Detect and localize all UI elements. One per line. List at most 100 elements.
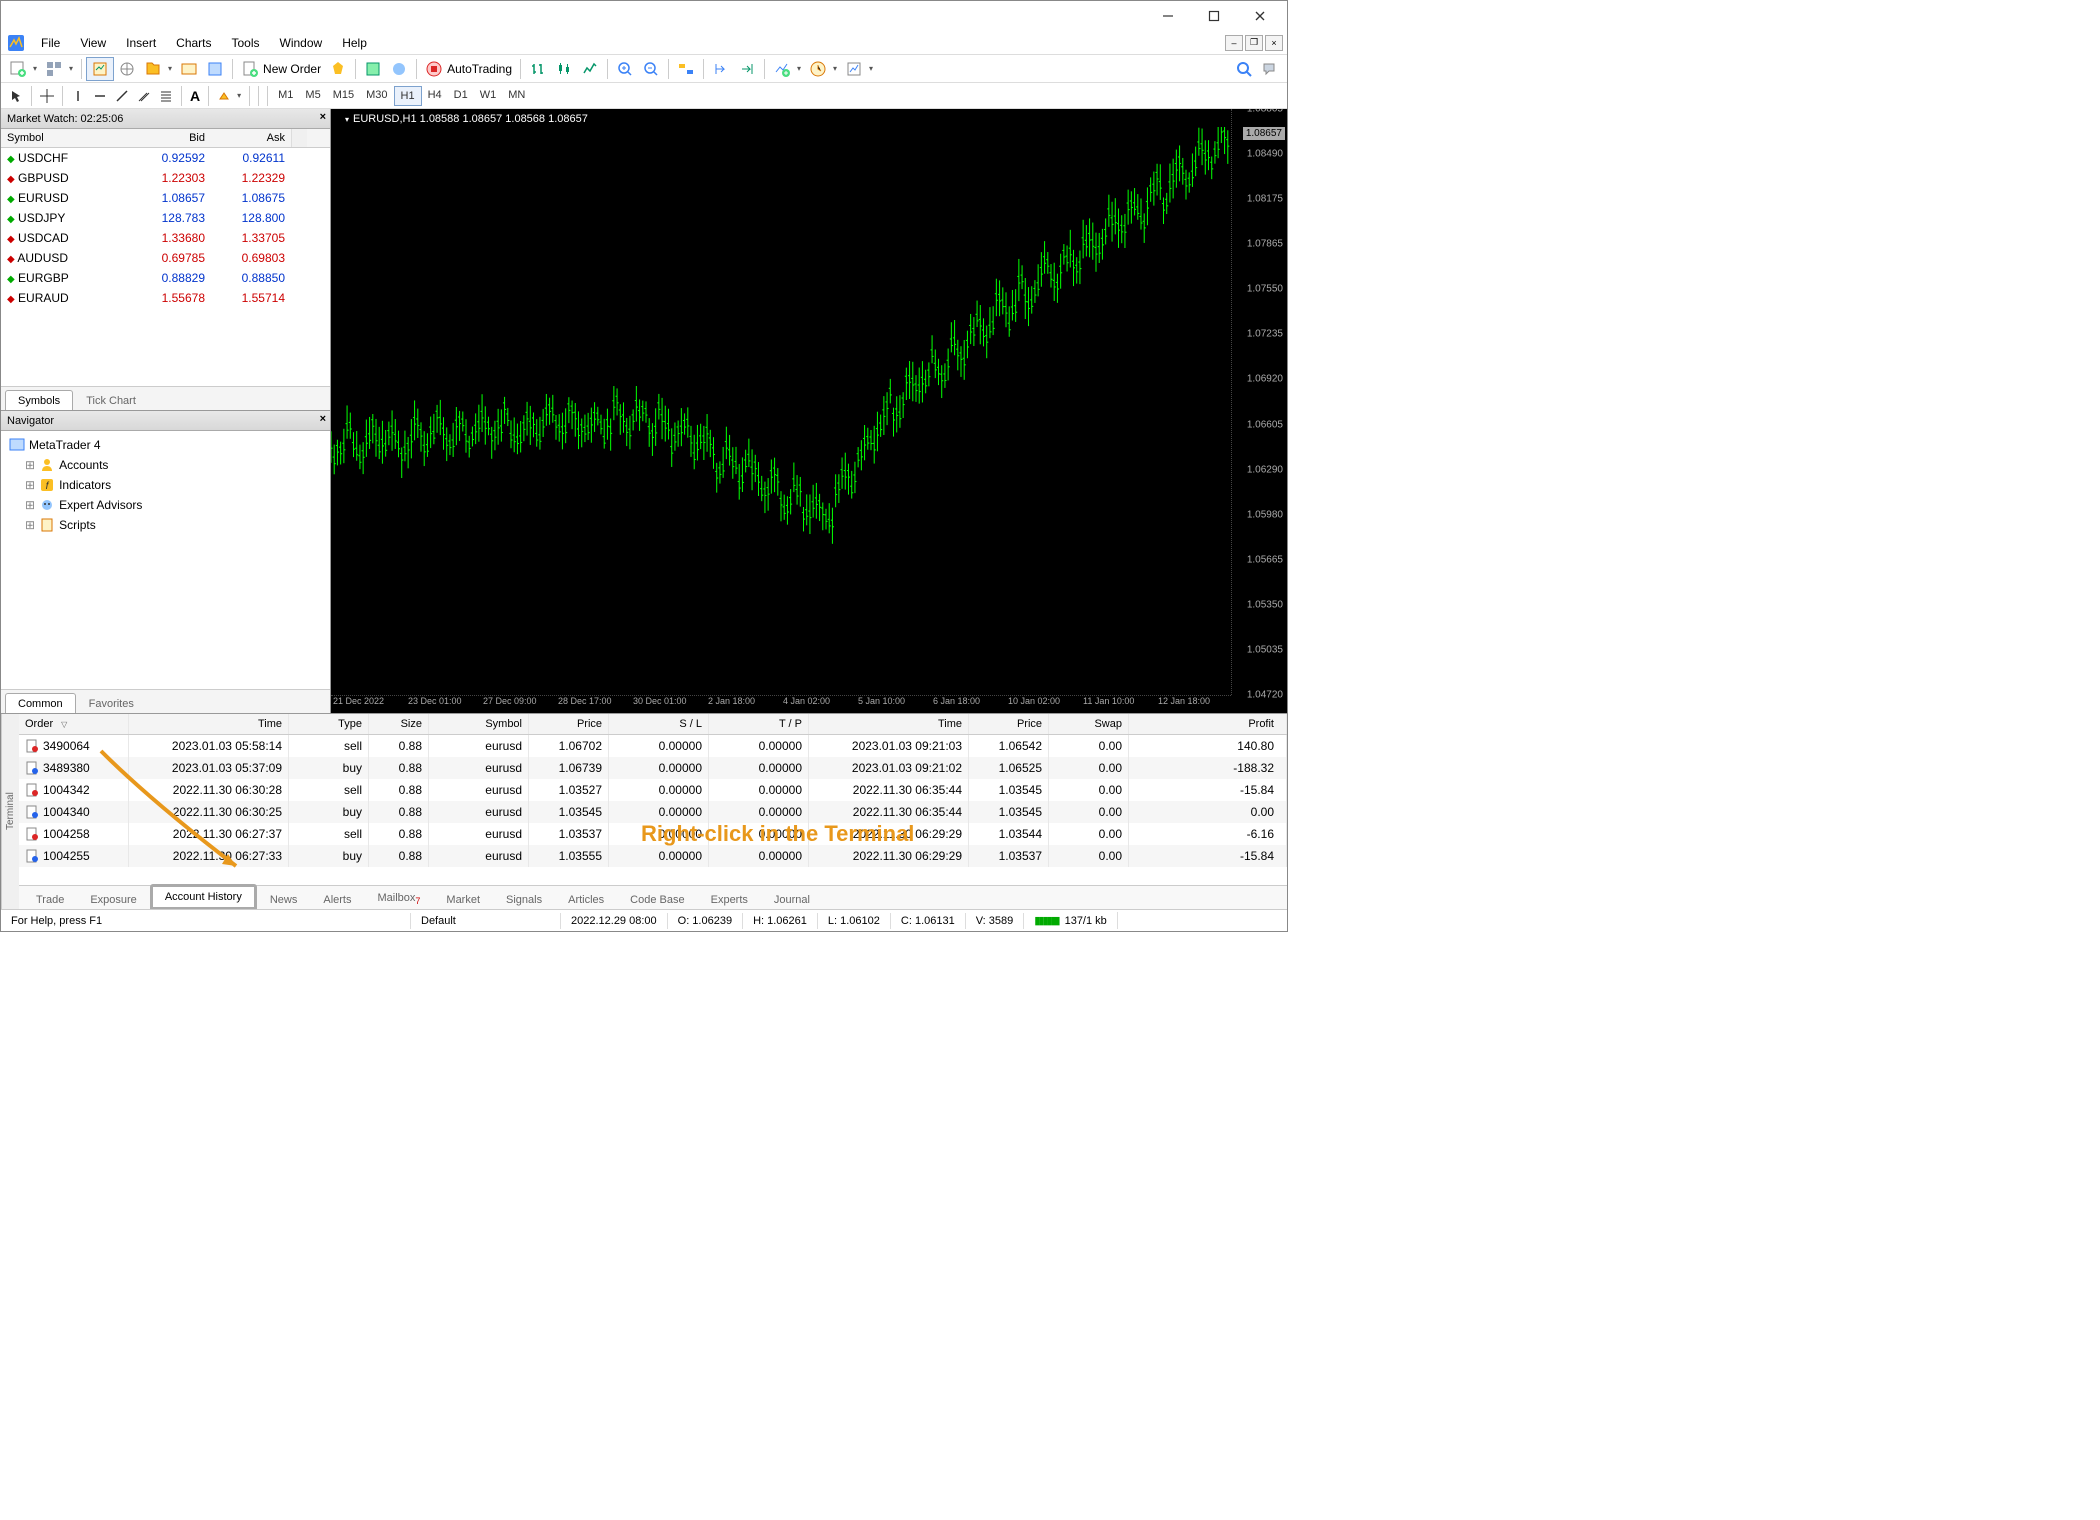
profiles-button[interactable]: ▾ — [41, 57, 77, 81]
menu-view[interactable]: View — [70, 32, 116, 54]
candlestick-button[interactable] — [551, 57, 577, 81]
tree-root[interactable]: MetaTrader 4 — [5, 435, 326, 455]
chart-shift-button[interactable] — [708, 57, 734, 81]
chart-canvas[interactable] — [331, 127, 1231, 695]
th-order[interactable]: Order▽ — [19, 714, 129, 734]
navigator-header[interactable]: Navigator × — [1, 411, 330, 431]
order-row[interactable]: 10042582022.11.30 06:27:37sell0.88eurusd… — [19, 823, 1287, 845]
mw-col-symbol[interactable]: Symbol — [1, 129, 131, 147]
mdi-close[interactable]: × — [1265, 35, 1283, 51]
navigator-toggle[interactable]: ▾ — [140, 57, 176, 81]
menu-window[interactable]: Window — [270, 32, 333, 54]
th-swap[interactable]: Swap — [1049, 714, 1129, 734]
mw-row-gbpusd[interactable]: ◆ GBPUSD1.223031.22329 — [1, 168, 330, 188]
terminal-tab-mailbox[interactable]: Mailbox7 — [364, 887, 433, 910]
menu-insert[interactable]: Insert — [116, 32, 166, 54]
new-order-button[interactable]: New Order — [237, 57, 325, 81]
mw-row-usdcad[interactable]: ◆ USDCAD1.336801.33705 — [1, 228, 330, 248]
mw-row-usdjpy[interactable]: ◆ USDJPY128.783128.800 — [1, 208, 330, 228]
timeframe-m1[interactable]: M1 — [272, 86, 299, 106]
timeframe-d1[interactable]: D1 — [448, 86, 474, 106]
mql-community-button[interactable] — [1257, 57, 1283, 81]
mw-row-euraud[interactable]: ◆ EURAUD1.556781.55714 — [1, 288, 330, 308]
mdi-restore[interactable]: ❐ — [1245, 35, 1263, 51]
mw-row-eurgbp[interactable]: ◆ EURGBP0.888290.88850 — [1, 268, 330, 288]
timeframe-h1[interactable]: H1 — [394, 86, 422, 106]
timeframe-mn[interactable]: MN — [502, 86, 531, 106]
zoom-out-button[interactable] — [638, 57, 664, 81]
text-button[interactable]: A — [186, 84, 204, 108]
menu-tools[interactable]: Tools — [222, 32, 270, 54]
terminal-toggle[interactable] — [176, 57, 202, 81]
terminal-tab-signals[interactable]: Signals — [493, 889, 555, 910]
templates-button[interactable]: ▾ — [841, 57, 877, 81]
options-button[interactable] — [386, 57, 412, 81]
window-minimize-button[interactable] — [1145, 2, 1191, 30]
menu-charts[interactable]: Charts — [166, 32, 221, 54]
tab-favorites[interactable]: Favorites — [76, 693, 147, 713]
market-watch-toggle[interactable] — [86, 57, 114, 81]
tab-symbols[interactable]: Symbols — [5, 390, 73, 411]
terminal-tab-news[interactable]: News — [257, 889, 311, 910]
timeframe-h4[interactable]: H4 — [422, 86, 448, 106]
th-sl[interactable]: S / L — [609, 714, 709, 734]
zoom-in-button[interactable] — [612, 57, 638, 81]
auto-scroll-button[interactable] — [673, 57, 699, 81]
terminal-tab-trade[interactable]: Trade — [23, 889, 77, 910]
timeframe-m5[interactable]: M5 — [299, 86, 326, 106]
th-type[interactable]: Type — [289, 714, 369, 734]
horizontal-line-button[interactable] — [89, 84, 111, 108]
meta-quotes-button[interactable] — [325, 57, 351, 81]
data-window-toggle[interactable] — [114, 57, 140, 81]
th-price[interactable]: Price — [529, 714, 609, 734]
tester-toggle[interactable] — [202, 57, 228, 81]
vertical-line-button[interactable] — [67, 84, 89, 108]
order-row[interactable]: 34893802023.01.03 05:37:09buy0.88eurusd1… — [19, 757, 1287, 779]
periods-button[interactable]: ▾ — [805, 57, 841, 81]
mw-row-audusd[interactable]: ◆ AUDUSD0.697850.69803 — [1, 248, 330, 268]
timeframe-m30[interactable]: M30 — [360, 86, 393, 106]
tab-common[interactable]: Common — [5, 693, 76, 713]
bar-chart-button[interactable] — [525, 57, 551, 81]
th-size[interactable]: Size — [369, 714, 429, 734]
mw-row-usdchf[interactable]: ◆ USDCHF0.925920.92611 — [1, 148, 330, 168]
line-chart-button[interactable] — [577, 57, 603, 81]
arrows-button[interactable]: ▾ — [213, 84, 245, 108]
chart-shift-end-button[interactable] — [734, 57, 760, 81]
market-watch-close[interactable]: × — [320, 111, 326, 123]
th-time2[interactable]: Time — [809, 714, 969, 734]
navigator-close[interactable]: × — [320, 413, 326, 425]
th-time[interactable]: Time — [129, 714, 289, 734]
window-maximize-button[interactable] — [1191, 2, 1237, 30]
cursor-button[interactable] — [5, 84, 27, 108]
menu-file[interactable]: File — [31, 32, 70, 54]
autotrading-button[interactable]: AutoTrading — [421, 57, 516, 81]
chart-area[interactable]: ▾EURUSD,H1 1.08588 1.08657 1.08568 1.086… — [331, 109, 1287, 713]
terminal-tab-articles[interactable]: Articles — [555, 889, 617, 910]
tree-expert-advisors[interactable]: ⊞Expert Advisors — [5, 495, 326, 515]
equidistant-button[interactable] — [133, 84, 155, 108]
fibonacci-button[interactable] — [155, 84, 177, 108]
th-tp[interactable]: T / P — [709, 714, 809, 734]
tab-tick-chart[interactable]: Tick Chart — [73, 390, 149, 411]
order-row[interactable]: 10042552022.11.30 06:27:33buy0.88eurusd1… — [19, 845, 1287, 867]
mdi-minimize[interactable]: – — [1225, 35, 1243, 51]
th-price2[interactable]: Price — [969, 714, 1049, 734]
tree-scripts[interactable]: ⊞Scripts — [5, 515, 326, 535]
terminal-tab-code-base[interactable]: Code Base — [617, 889, 697, 910]
order-row[interactable]: 34900642023.01.03 05:58:14sell0.88eurusd… — [19, 735, 1287, 757]
terminal-tab-market[interactable]: Market — [433, 889, 493, 910]
tree-accounts[interactable]: ⊞Accounts — [5, 455, 326, 475]
market-watch-header[interactable]: Market Watch: 02:25:06 × — [1, 109, 330, 129]
terminal-tab-journal[interactable]: Journal — [761, 889, 823, 910]
expert-advisors-button[interactable] — [360, 57, 386, 81]
order-row[interactable]: 10043422022.11.30 06:30:28sell0.88eurusd… — [19, 779, 1287, 801]
timeframe-m15[interactable]: M15 — [327, 86, 360, 106]
order-row[interactable]: 10043402022.11.30 06:30:25buy0.88eurusd1… — [19, 801, 1287, 823]
menu-help[interactable]: Help — [332, 32, 377, 54]
th-profit[interactable]: Profit — [1129, 714, 1287, 734]
th-symbol[interactable]: Symbol — [429, 714, 529, 734]
new-chart-button[interactable]: ▾ — [5, 57, 41, 81]
terminal-tab-experts[interactable]: Experts — [698, 889, 761, 910]
trendline-button[interactable] — [111, 84, 133, 108]
